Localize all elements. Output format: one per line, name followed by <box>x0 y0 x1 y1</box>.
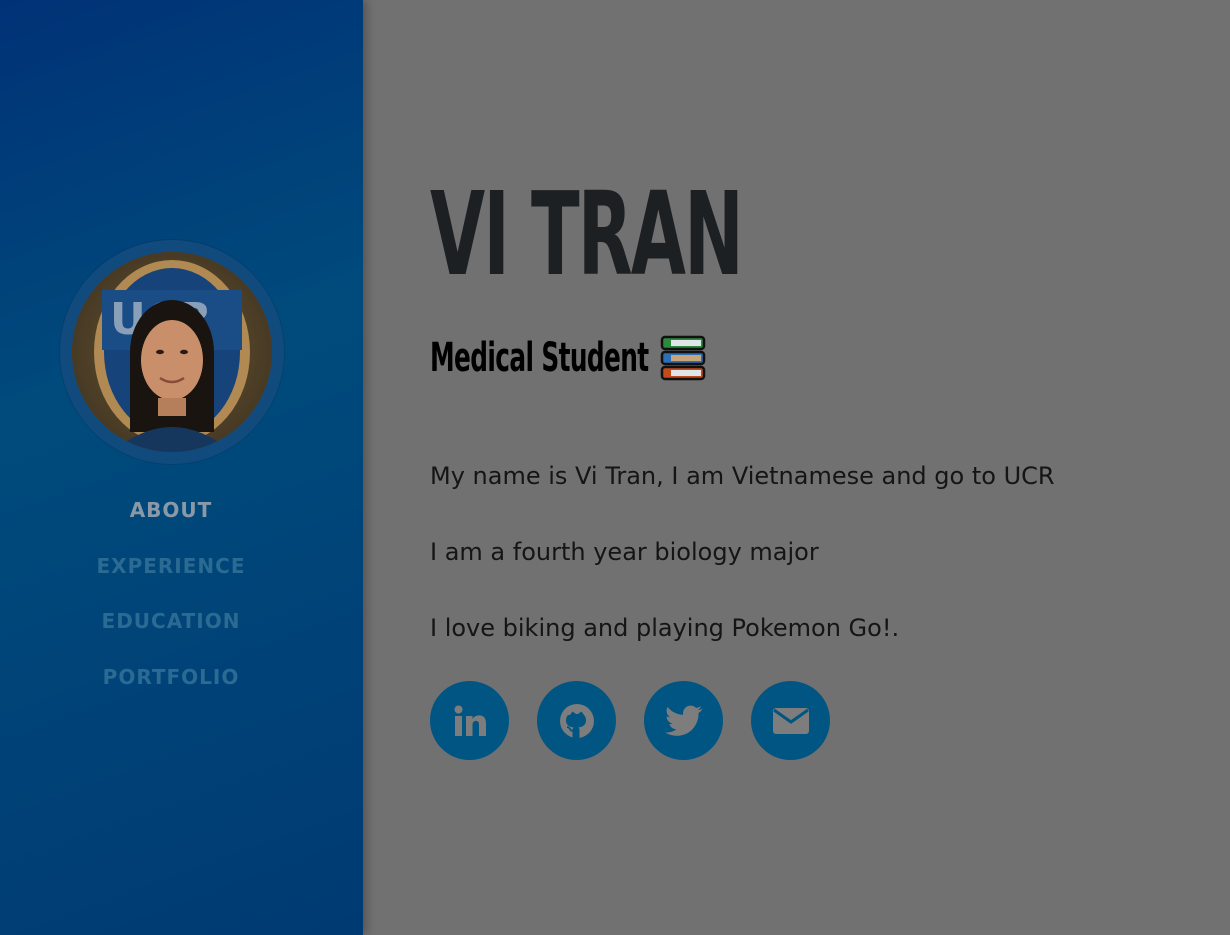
avatar-photo: UCR <box>72 252 272 452</box>
bio: My name is Vi Tran, I am Vietnamese and … <box>430 460 1190 688</box>
bio-line-2: I am a fourth year biology major <box>430 538 819 566</box>
github-button[interactable] <box>537 681 616 760</box>
github-icon <box>559 703 594 738</box>
books-icon <box>659 334 707 382</box>
social-links <box>430 681 830 760</box>
twitter-button[interactable] <box>644 681 723 760</box>
avatar: UCR <box>72 252 272 452</box>
subtitle-text: Medical Student <box>430 335 649 381</box>
twitter-icon <box>664 705 702 736</box>
linkedin-icon <box>454 705 486 736</box>
nav-item-portfolio: PORTFOLIO <box>0 665 342 721</box>
nav-item-education: EDUCATION <box>0 609 342 665</box>
nav-item-about: ABOUT <box>0 498 342 554</box>
nav-link-about[interactable]: ABOUT <box>130 498 213 522</box>
nav-link-portfolio[interactable]: PORTFOLIO <box>103 665 240 689</box>
avatar-ring: UCR <box>60 240 284 464</box>
email-button[interactable] <box>751 681 830 760</box>
bio-line-3: I love biking and playing Pokemon Go!. <box>430 614 900 642</box>
page: UCR ABOUT <box>0 0 1230 935</box>
sidebar-nav: ABOUT EXPERIENCE EDUCATION PORTFOLIO <box>0 498 342 721</box>
subtitle: Medical Student <box>430 334 707 382</box>
nav-link-education[interactable]: EDUCATION <box>102 609 241 633</box>
nav-item-experience: EXPERIENCE <box>0 554 342 610</box>
nav-link-experience[interactable]: EXPERIENCE <box>97 554 246 578</box>
page-title: VI TRAN <box>430 168 744 302</box>
sidebar: UCR ABOUT <box>0 0 363 935</box>
linkedin-button[interactable] <box>430 681 509 760</box>
bio-line-1: My name is Vi Tran, I am Vietnamese and … <box>430 462 1055 490</box>
envelope-icon <box>772 707 809 734</box>
